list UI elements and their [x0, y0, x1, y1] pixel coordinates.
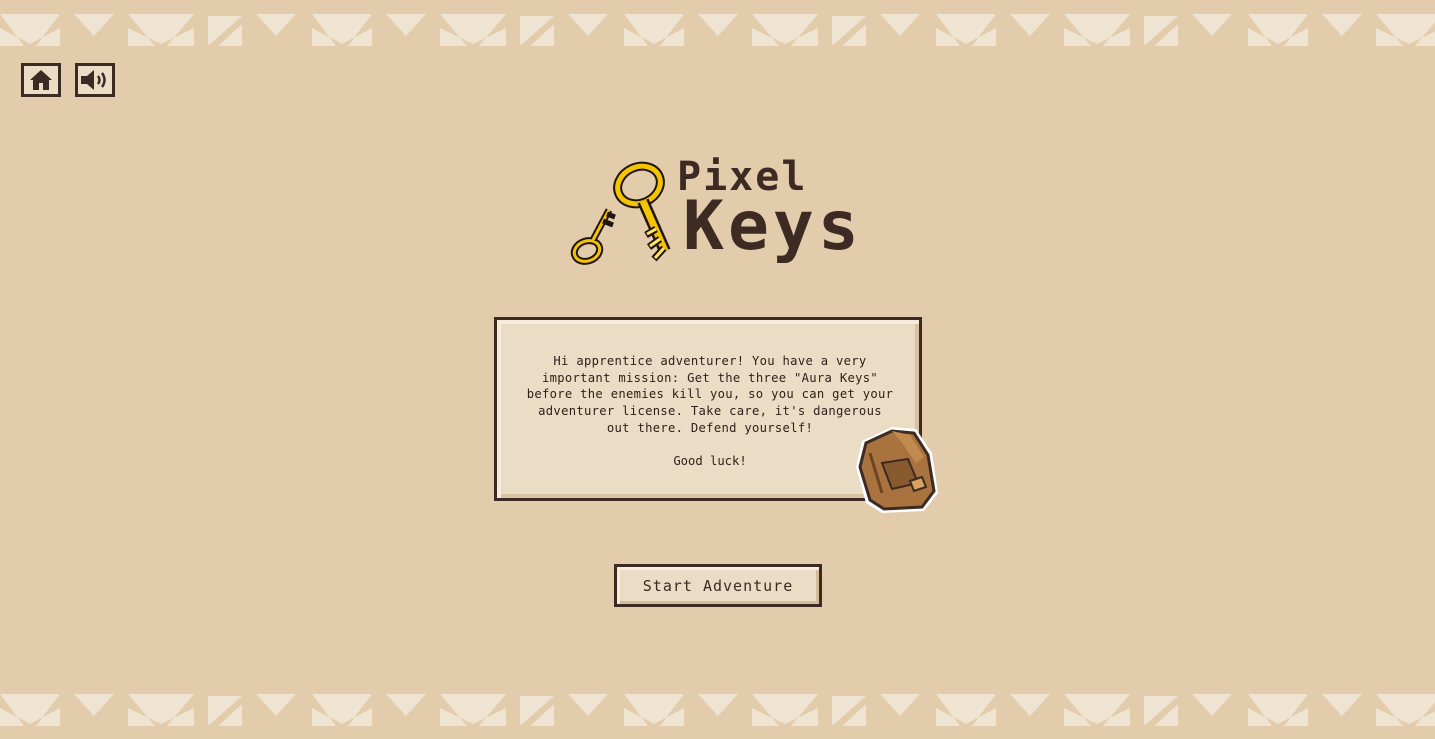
- pattern-shape: [256, 694, 296, 716]
- pattern-shape: [256, 14, 296, 36]
- key-icon: [570, 161, 671, 265]
- pattern-shape: [832, 696, 866, 726]
- pattern-shape: [624, 694, 684, 726]
- pattern-shape: [440, 694, 506, 726]
- speaker-icon: [81, 70, 106, 90]
- pattern-shape: [128, 694, 194, 726]
- pattern-shape: [698, 694, 738, 716]
- pattern-shape: [1248, 694, 1308, 726]
- pattern-shape: [520, 696, 554, 726]
- pattern-shape: [0, 694, 60, 726]
- pattern-shape: [936, 14, 996, 46]
- pattern-shape: [0, 14, 60, 46]
- pattern-shape: [1144, 696, 1178, 726]
- pattern-shape: [1248, 14, 1308, 46]
- pattern-shape: [936, 694, 996, 726]
- pattern-shape: [1064, 14, 1130, 46]
- pattern-shape: [74, 694, 114, 716]
- pattern-shape: [1192, 14, 1232, 36]
- pattern-shape: [624, 14, 684, 46]
- backpack-icon: [856, 427, 938, 513]
- home-icon: [30, 70, 52, 90]
- pattern-shape: [128, 14, 194, 46]
- pattern-shape: [1010, 694, 1050, 716]
- logo-title-line2: Keys: [683, 187, 863, 266]
- intro-message: Hi apprentice adventurer! You have a ver…: [526, 354, 894, 435]
- pattern-shape: [312, 14, 372, 46]
- pattern-shape: [752, 14, 818, 46]
- pattern-shape: [520, 16, 554, 46]
- top-pattern-border: [0, 14, 1435, 46]
- bottom-pattern-border: [0, 694, 1435, 726]
- pattern-shape: [1376, 694, 1435, 726]
- pattern-shape: [1144, 16, 1178, 46]
- pattern-shape: [568, 694, 608, 716]
- pattern-shape: [1376, 14, 1435, 46]
- pattern-shape: [1064, 694, 1130, 726]
- pattern-shape: [880, 14, 920, 36]
- pattern-shape: [752, 694, 818, 726]
- start-adventure-button[interactable]: Start Adventure: [614, 564, 822, 607]
- pattern-shape: [312, 694, 372, 726]
- game-screen: Pixel Keys Hi apprentice adventurer! You…: [0, 0, 1435, 739]
- pattern-shape: [208, 16, 242, 46]
- pattern-shape: [386, 694, 426, 716]
- pattern-shape: [832, 16, 866, 46]
- sound-button[interactable]: [75, 63, 115, 97]
- pattern-shape: [74, 14, 114, 36]
- pattern-shape: [1322, 694, 1362, 716]
- home-button[interactable]: [21, 63, 61, 97]
- pattern-shape: [1322, 14, 1362, 36]
- pattern-shape: [208, 696, 242, 726]
- pattern-shape: [1010, 14, 1050, 36]
- pattern-shape: [386, 14, 426, 36]
- pattern-shape: [880, 694, 920, 716]
- pattern-shape: [440, 14, 506, 46]
- intro-closing: Good luck!: [673, 454, 747, 468]
- pattern-shape: [698, 14, 738, 36]
- game-logo: Pixel Keys: [565, 155, 875, 273]
- pattern-shape: [1192, 694, 1232, 716]
- pattern-shape: [568, 14, 608, 36]
